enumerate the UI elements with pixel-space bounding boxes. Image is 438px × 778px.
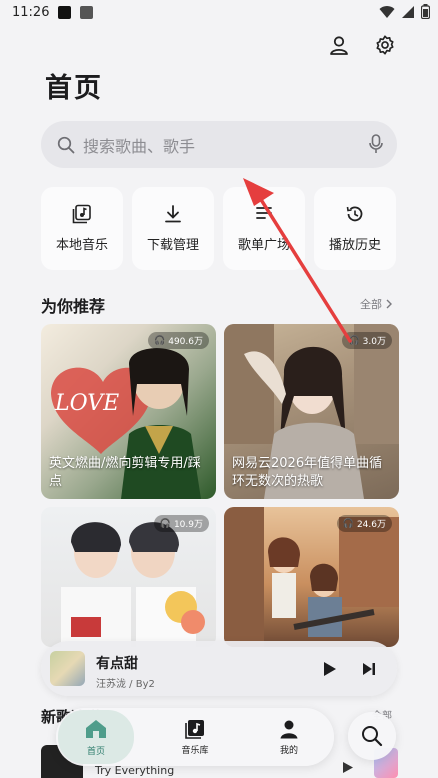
page-title: 首页 — [45, 73, 103, 104]
search-icon — [57, 136, 75, 153]
history-icon — [346, 206, 363, 222]
profile-icon — [280, 720, 298, 738]
play-count-value: 10.9万 — [173, 520, 203, 530]
quick-label: 歌单广场 — [237, 238, 290, 253]
quick-label: 本地音乐 — [55, 238, 108, 253]
settings-icon[interactable] — [372, 32, 398, 58]
card-caption: 网易云2026年值得单曲循环无数次的热歌 — [232, 456, 383, 489]
playlist-card[interactable]: 🎧 24.6万 — [224, 507, 399, 647]
user-icon[interactable] — [326, 32, 352, 58]
quick-label: 播放历史 — [328, 238, 381, 253]
play-count: 🎧 24.6万 — [336, 515, 392, 532]
music-library-icon — [185, 719, 204, 739]
play-count: 🎧 490.6万 — [148, 332, 209, 349]
local-music-icon — [72, 204, 91, 224]
nav-label: 我的 — [279, 745, 298, 756]
card-caption: 英文燃曲/燃向剪辑专用/踩点 — [49, 456, 201, 489]
playlist-card[interactable]: 🎧 10.9万 — [41, 507, 216, 647]
nav-label: 首页 — [86, 746, 105, 757]
playlist-card[interactable]: LOVE 🎧 490.6万 英文燃曲/燃向剪辑专用/踩点 — [41, 324, 216, 499]
play-count-value: 24.6万 — [356, 520, 386, 530]
quick-playlist[interactable]: 歌单广场 — [223, 187, 305, 270]
play-count: 🎧 3.0万 — [342, 332, 392, 349]
search-placeholder: 搜索歌曲、歌手 — [83, 136, 196, 156]
more-label: 全部 — [360, 298, 382, 311]
home-icon — [86, 719, 106, 738]
play-count: 🎧 10.9万 — [153, 515, 209, 532]
search-icon — [362, 726, 383, 747]
status-time: 11:26 — [12, 5, 50, 20]
wifi-icon — [379, 5, 395, 18]
status-icons — [379, 4, 430, 19]
album-cover[interactable] — [50, 651, 85, 686]
nav-label: 音乐库 — [181, 745, 209, 756]
song-title: 有点甜 — [96, 656, 138, 672]
recommend-more-link[interactable]: 全部 — [360, 296, 392, 312]
signal-icon — [402, 5, 414, 18]
headphones-icon: 🎧 — [348, 335, 360, 346]
nav-music-library[interactable]: 音乐库 — [157, 708, 233, 766]
next-track-icon[interactable] — [362, 662, 376, 676]
app-notification-icon — [80, 6, 93, 19]
search-input[interactable]: 搜索歌曲、歌手 — [41, 121, 397, 168]
headphones-icon: 🎧 — [342, 518, 354, 529]
playlist-card[interactable]: 🎧 3.0万 网易云2026年值得单曲循环无数次的热歌 — [224, 324, 399, 499]
quick-history[interactable]: 播放历史 — [314, 187, 396, 270]
quick-download[interactable]: 下载管理 — [132, 187, 214, 270]
notification-icon — [58, 6, 71, 19]
play-count-value: 3.0万 — [362, 337, 386, 347]
quick-label: 下载管理 — [146, 238, 199, 253]
song-artist: 汪苏泷 / By2 — [96, 679, 155, 690]
play-icon[interactable] — [342, 761, 354, 774]
playlist-icon — [256, 207, 272, 219]
nav-home[interactable]: 首页 — [58, 710, 134, 764]
floating-search-button[interactable] — [348, 712, 396, 760]
chevron-right-icon — [386, 299, 392, 309]
quick-actions: 本地音乐 下载管理 歌单广场 播放历史 — [41, 187, 399, 270]
recommend-title: 为你推荐 — [41, 297, 106, 316]
headphones-icon: 🎧 — [154, 335, 166, 346]
battery-icon — [421, 4, 430, 19]
play-icon[interactable] — [323, 661, 337, 677]
headphones-icon: 🎧 — [159, 518, 171, 529]
mini-player[interactable]: 有点甜 汪苏泷 / By2 — [41, 641, 397, 696]
bottom-nav: 首页 音乐库 我的 — [56, 708, 334, 766]
download-icon — [165, 205, 181, 223]
nav-profile[interactable]: 我的 — [251, 708, 327, 766]
quick-local-music[interactable]: 本地音乐 — [41, 187, 123, 270]
svg-text:LOVE: LOVE — [54, 391, 119, 416]
play-count-value: 490.6万 — [168, 337, 203, 347]
status-bar: 11:26 — [0, 0, 438, 26]
microphone-icon[interactable] — [369, 134, 383, 154]
